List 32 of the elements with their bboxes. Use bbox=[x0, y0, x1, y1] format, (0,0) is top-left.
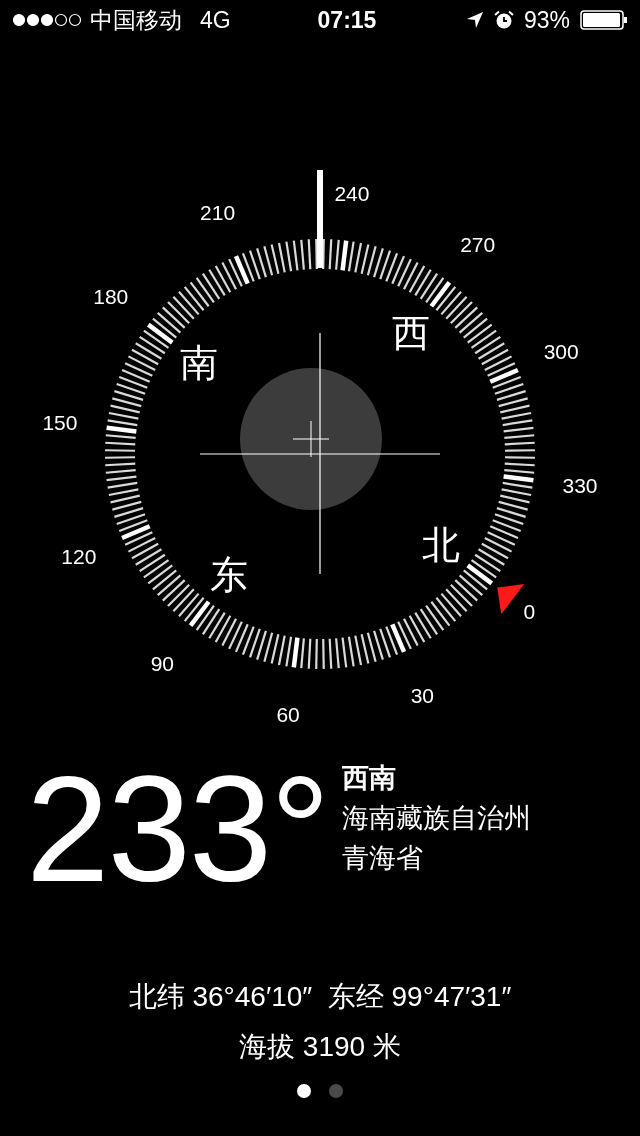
location-arrow-icon bbox=[465, 11, 484, 29]
signal-icon bbox=[12, 13, 82, 27]
alarm-clock-icon bbox=[493, 10, 514, 30]
status-time: 07:15 bbox=[316, 5, 378, 35]
dial-label: 300 bbox=[543, 340, 579, 364]
dial-label: 180 bbox=[93, 284, 129, 308]
dial-label: 330 bbox=[562, 474, 598, 498]
carrier-name: 中国移动 bbox=[90, 5, 182, 35]
altitude-text: 海拔 3190 米 bbox=[239, 1030, 401, 1064]
cardinal-label: 西 bbox=[392, 311, 431, 354]
network-type: 4G bbox=[200, 5, 231, 35]
dial-label: 60 bbox=[276, 702, 300, 726]
dial-label: 120 bbox=[61, 544, 97, 568]
bubble-crosshair-icon bbox=[292, 420, 330, 458]
battery-percent: 93% bbox=[523, 5, 570, 35]
dial-label: 90 bbox=[150, 651, 174, 675]
province-name: 青海省 bbox=[342, 842, 425, 875]
dial-label: 240 bbox=[334, 182, 370, 206]
dial-label: 270 bbox=[460, 233, 496, 257]
cardinal-label: 南 bbox=[179, 341, 218, 384]
cardinal-label: 北 bbox=[422, 524, 461, 567]
dial-label: 30 bbox=[410, 683, 435, 707]
north-marker-icon bbox=[497, 584, 525, 615]
heading-direction: 西南 bbox=[342, 762, 398, 795]
dial-label: 0 bbox=[523, 600, 536, 624]
dial-label: 210 bbox=[200, 201, 236, 225]
dial-label: 150 bbox=[42, 410, 78, 434]
coordinates-text: 北纬 36°46′10″ 东经 99°47′31″ bbox=[128, 980, 512, 1014]
battery-icon bbox=[580, 10, 628, 30]
region-name: 海南藏族自治州 bbox=[342, 802, 532, 835]
heading-degrees: 233° bbox=[26, 754, 329, 904]
cardinal-label: 东 bbox=[209, 554, 248, 597]
